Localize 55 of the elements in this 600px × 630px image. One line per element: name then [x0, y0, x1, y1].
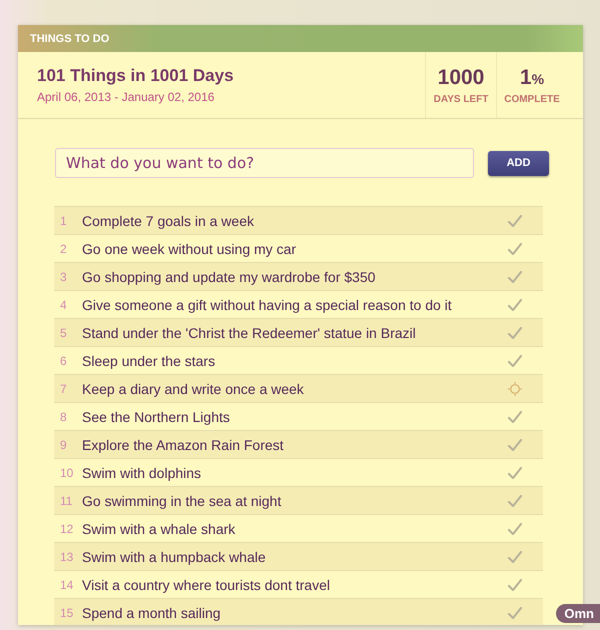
- item-text[interactable]: Swim with a whale shark: [82, 520, 507, 536]
- item-text[interactable]: Keep a diary and write once a week: [82, 380, 507, 396]
- item-text[interactable]: Explore the Amazon Rain Forest: [82, 436, 507, 452]
- item-number: 8: [60, 410, 68, 424]
- item-number: 15: [60, 606, 74, 620]
- item-number: 9: [60, 438, 68, 452]
- item-number: 10: [60, 466, 74, 480]
- add-button[interactable]: ADD: [488, 150, 549, 176]
- item-number: 11: [60, 494, 74, 508]
- item-number: 2: [60, 242, 68, 256]
- item-number: 4: [60, 298, 68, 312]
- check-icon[interactable]: [507, 268, 523, 284]
- check-icon[interactable]: [507, 492, 523, 508]
- item-number: 7: [60, 382, 68, 396]
- item-text[interactable]: Give someone a gift without having a special reason to do it: [82, 296, 507, 312]
- sun-icon[interactable]: [507, 380, 523, 396]
- check-icon[interactable]: [507, 576, 523, 592]
- item-number: 14: [60, 578, 74, 592]
- item-text[interactable]: Spend a month sailing: [82, 604, 507, 620]
- item-text[interactable]: See the Northern Lights: [82, 408, 507, 424]
- item-number: 12: [60, 522, 74, 536]
- item-text[interactable]: Go shopping and update my wardrobe for $350: [82, 268, 507, 284]
- check-icon[interactable]: [507, 436, 523, 452]
- check-icon[interactable]: [507, 408, 523, 424]
- item-text[interactable]: Stand under the 'Christ the Redeemer' statue in Brazil: [82, 324, 507, 340]
- check-icon[interactable]: [507, 324, 523, 340]
- item-number: 5: [60, 326, 68, 340]
- stat-value: 1%: [520, 66, 544, 90]
- item-text[interactable]: Go one week without using my car: [82, 240, 507, 256]
- item-text[interactable]: Swim with dolphins: [82, 464, 507, 480]
- item-number: 6: [60, 354, 68, 368]
- check-icon[interactable]: [507, 352, 523, 368]
- check-icon[interactable]: [507, 464, 523, 480]
- item-number: 3: [60, 270, 68, 284]
- date-range: April 06, 2013 - January 02, 2016: [37, 90, 216, 104]
- check-icon[interactable]: [507, 296, 523, 312]
- item-number: 1: [60, 214, 68, 228]
- check-icon[interactable]: [507, 548, 523, 564]
- list-title: 101 Things in 1001 Days: [37, 66, 234, 86]
- check-icon[interactable]: [507, 240, 523, 256]
- check-icon[interactable]: [507, 520, 523, 536]
- panel-title: THINGS TO DO: [30, 32, 110, 44]
- stat-label: COMPLETE: [504, 94, 560, 104]
- check-icon[interactable]: [507, 212, 523, 228]
- item-text[interactable]: Sleep under the stars: [82, 352, 507, 368]
- item-text[interactable]: Go swimming in the sea at night: [82, 492, 507, 508]
- new-item-field[interactable]: What do you want to do?: [55, 148, 474, 178]
- stat-value: 1000: [438, 66, 484, 90]
- check-icon[interactable]: [507, 604, 523, 620]
- item-text[interactable]: Complete 7 goals in a week: [82, 212, 507, 228]
- item-number: 13: [60, 550, 74, 564]
- item-text[interactable]: Visit a country where tourists dont travel: [82, 576, 507, 592]
- item-text[interactable]: Swim with a humpback whale: [82, 548, 507, 564]
- corner-badge[interactable]: Omn: [556, 604, 600, 623]
- stat-label: DAYS LEFT: [434, 94, 488, 104]
